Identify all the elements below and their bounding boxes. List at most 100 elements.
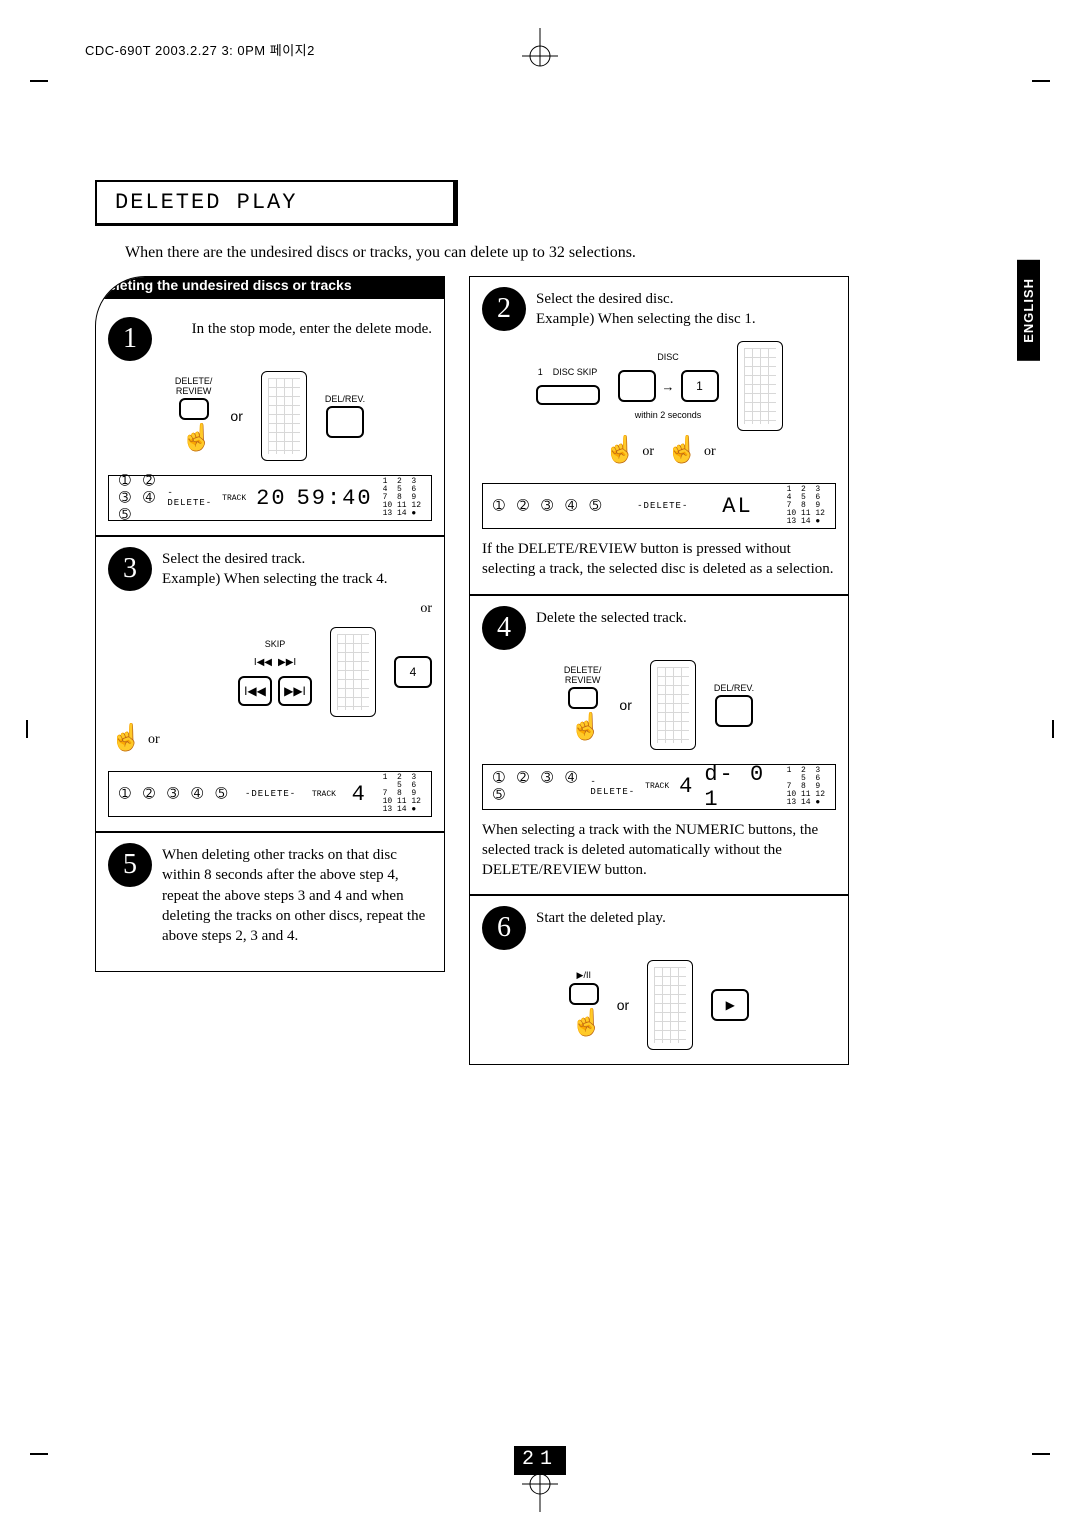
del-rev-label: DEL/REV. (714, 683, 754, 693)
remote-numeric-1-button[interactable]: 1 (681, 370, 719, 402)
or-label: or (617, 997, 629, 1013)
crop-tick (1032, 1453, 1050, 1455)
or-label: or (230, 408, 242, 424)
remote-numeric-4-button[interactable]: 4 (394, 656, 432, 688)
lcd-track-label: TRACK (645, 782, 669, 791)
lcd-track-grid: 1 2 3 5 6 7 8 9 10 11 12 13 14 ● (787, 767, 825, 807)
lcd-delete-indicator: -DELETE- (245, 789, 296, 799)
registration-mark-top (510, 28, 570, 73)
lcd-step3: ➀ ➁ ➂ ➃ ➄ -DELETE- TRACK 4 1 2 3 5 6 7 8… (108, 771, 432, 817)
hand-icon (602, 435, 632, 469)
remote-icon (737, 341, 783, 431)
step-6-number: 6 (482, 906, 526, 950)
disc-1-label: 1 (538, 367, 543, 377)
panel-skip-prev-label: I◀◀ (254, 657, 272, 668)
remote-disc-button[interactable] (618, 370, 656, 402)
remote-skip-prev-button[interactable]: I◀◀ (238, 676, 272, 706)
crop-tick (1052, 720, 1054, 738)
lcd-track-label: TRACK (312, 790, 336, 799)
hand-icon (108, 723, 138, 757)
lcd-disc-icons: ➀ ➁ ➂ ➃ ➄ (493, 498, 603, 515)
remote-icon (261, 371, 307, 461)
step-5-cell: 5 When deleting other tracks on that dis… (95, 832, 445, 972)
step-2-text2: Example) When selecting the disc 1. (536, 309, 756, 329)
panel-delete-review-button[interactable] (568, 687, 598, 709)
remote-icon (330, 627, 376, 717)
deleting-banner: Deleting the undesired discs or tracks (95, 276, 445, 299)
page-number: 21 (514, 1446, 566, 1475)
lcd-disc-icons: ➀ ➁ ➂ ➃ ➄ (119, 473, 157, 524)
delete-review-label: DELETE/ REVIEW (175, 376, 213, 396)
lcd-track-grid: 1 2 3 4 5 6 7 8 9 10 11 12 13 14 ● (383, 478, 421, 518)
crop-tick (30, 1453, 48, 1455)
skip-label: SKIP (265, 639, 286, 649)
or-label: or (619, 697, 631, 713)
remote-skip-next-button[interactable]: ▶▶I (278, 676, 312, 706)
page-content: DELETED PLAY When there are the undesire… (95, 180, 915, 1065)
step-1-text: In the stop mode, enter the delete mode. (162, 319, 432, 339)
step-2-cell: 2 Select the desired disc. Example) When… (469, 276, 849, 595)
step-4-cell: 4 Delete the selected track. DELETE/ REV… (469, 595, 849, 896)
step-2-number: 2 (482, 287, 526, 331)
section-title: DELETED PLAY (95, 180, 458, 226)
or-label: or (420, 601, 432, 616)
remote-del-rev-button[interactable] (326, 406, 364, 438)
within-2-seconds-label: within 2 seconds (635, 410, 702, 420)
arrow-icon: → (662, 379, 675, 394)
lcd-step2: ➀ ➁ ➂ ➃ ➄ -DELETE- AL 1 2 3 4 5 6 7 8 9 … (482, 483, 836, 529)
step-4-number: 4 (482, 606, 526, 650)
lcd-track-grid: 1 2 3 5 6 7 8 9 10 11 12 13 14 ● (383, 774, 421, 814)
crop-tick (26, 720, 28, 738)
disc-label: DISC (657, 352, 679, 362)
language-tab: ENGLISH (1017, 260, 1040, 361)
panel-play-button[interactable] (569, 983, 599, 1005)
lcd-segment: d- 0 1 (704, 762, 776, 812)
section-intro: When there are the undesired discs or tr… (125, 244, 915, 262)
panel-skip-next-label: ▶▶I (278, 657, 296, 668)
lcd-step1: ➀ ➁ ➂ ➃ ➄ -DELETE- TRACK 20 59:40 1 2 3 … (108, 475, 432, 521)
disc-skip-label: DISC SKIP (553, 367, 598, 377)
step-3-cell: 3 Select the desired track. Example) Whe… (95, 536, 445, 832)
remote-icon (647, 960, 693, 1050)
lcd-disc-icons: ➀ ➁ ➂ ➃ ➄ (119, 786, 229, 803)
panel-disc-skip-button[interactable] (536, 385, 600, 405)
delete-review-label: DELETE/ REVIEW (564, 665, 602, 685)
lcd-delete-indicator: -DELETE- (167, 488, 212, 508)
crop-tick (1032, 80, 1050, 82)
del-rev-label: DEL/REV. (325, 394, 365, 404)
or-label: or (642, 444, 654, 460)
step-6-cell: 6 Start the deleted play. ▶/II or ▶ (469, 895, 849, 1065)
step-3-text1: Select the desired track. (162, 549, 387, 569)
print-header: CDC-690T 2003.2.27 3: 0PM 페이지2 (85, 40, 315, 59)
step-2-text1: Select the desired disc. (536, 289, 756, 309)
step-1-cell: Deleting the undesired discs or tracks 1… (95, 276, 445, 536)
lcd-track-number: 4 (679, 774, 694, 799)
remote-play-button[interactable]: ▶ (711, 989, 749, 1021)
step-6-text: Start the deleted play. (536, 908, 666, 928)
lcd-time: 59:40 (297, 486, 373, 511)
step-5-number: 5 (108, 843, 152, 887)
panel-delete-review-button[interactable] (179, 398, 209, 420)
remote-del-rev-button[interactable] (715, 695, 753, 727)
play-pause-label: ▶/II (577, 970, 591, 981)
or-label: or (704, 444, 716, 460)
or-label: or (148, 732, 160, 748)
hand-icon (664, 435, 694, 469)
step-3-number: 3 (108, 547, 152, 591)
lcd-delete-indicator: -DELETE- (590, 777, 635, 797)
step-4-note: When selecting a track with the NUMERIC … (482, 820, 836, 881)
lcd-delete-indicator: -DELETE- (637, 501, 688, 511)
lcd-track-number: 20 (256, 486, 286, 511)
lcd-step4: ➀ ➁ ➂ ➃ ➄ -DELETE- TRACK 4 d- 0 1 1 2 3 … (482, 764, 836, 810)
lcd-track-number: 4 (352, 782, 367, 807)
step-5-text: When deleting other tracks on that disc … (162, 845, 432, 946)
lcd-track-grid: 1 2 3 4 5 6 7 8 9 10 11 12 13 14 ● (787, 486, 825, 526)
hand-icon (568, 711, 598, 745)
remote-icon (650, 660, 696, 750)
step-1-number: 1 (108, 317, 152, 361)
crop-tick (30, 80, 48, 82)
hand-icon (179, 422, 209, 456)
registration-mark-bottom (510, 1472, 570, 1517)
lcd-disc-icons: ➀ ➁ ➂ ➃ ➄ (493, 770, 580, 804)
hand-icon (569, 1007, 599, 1041)
